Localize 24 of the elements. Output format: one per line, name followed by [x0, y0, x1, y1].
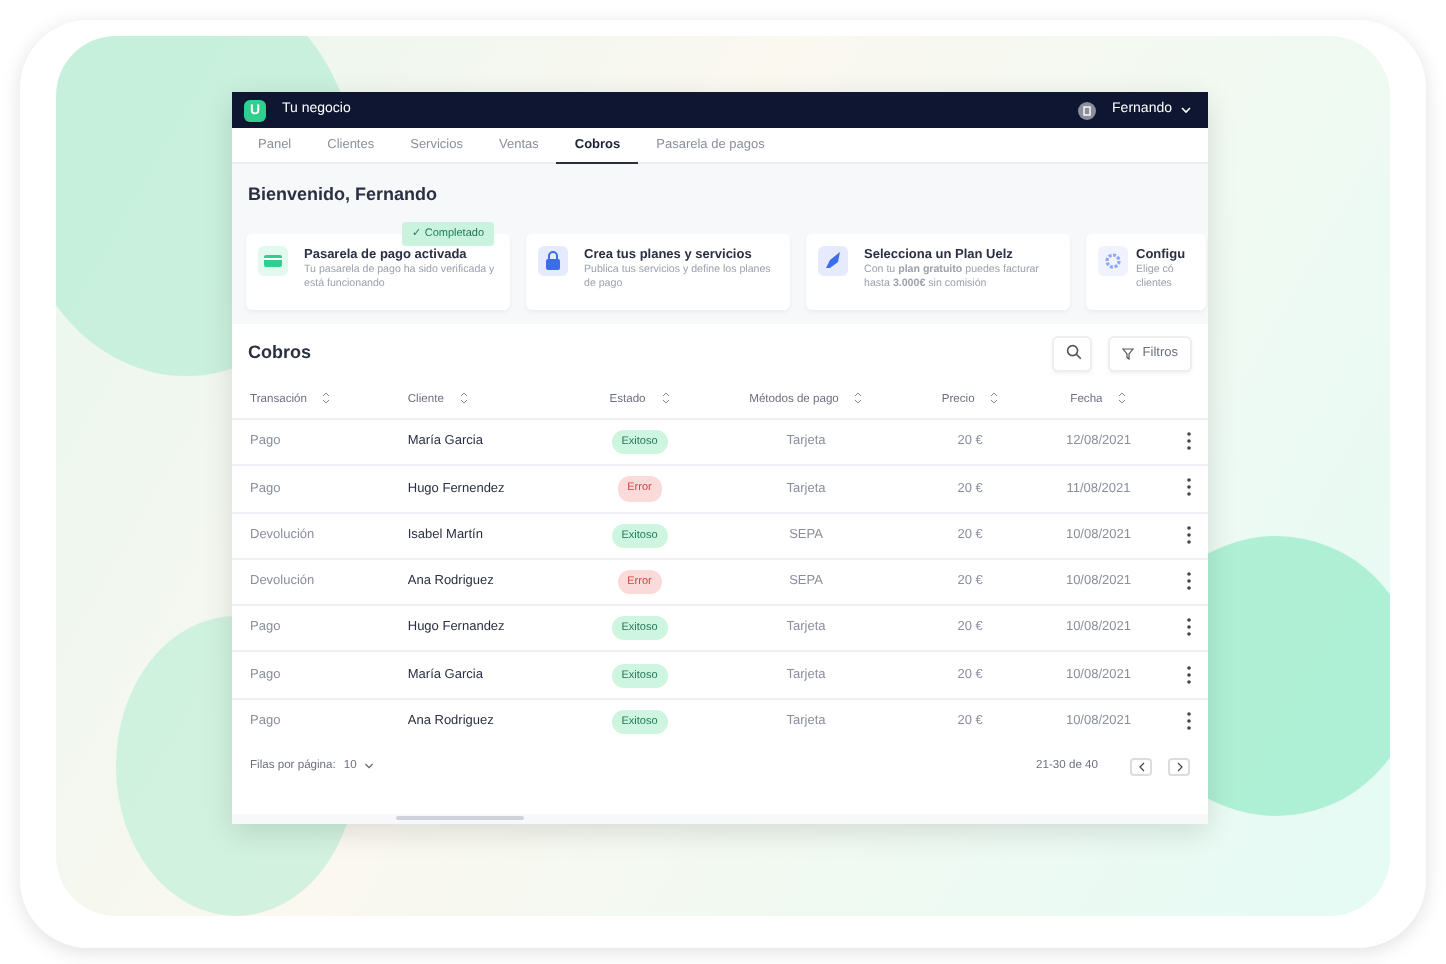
search-button[interactable]	[1052, 335, 1093, 371]
sort-icon[interactable]	[661, 393, 670, 406]
sort-icon[interactable]	[322, 393, 331, 406]
more-icon[interactable]	[1186, 481, 1193, 496]
more-icon[interactable]	[1186, 434, 1193, 449]
filter-icon	[1122, 347, 1135, 359]
more-icon[interactable]	[1186, 714, 1193, 729]
avatar-icon	[1078, 101, 1097, 119]
chevron-right-icon	[1175, 761, 1183, 772]
more-icon[interactable]	[1186, 574, 1193, 589]
more-icon[interactable]	[1186, 667, 1193, 682]
welcome-heading: Bienvenido, Fernando	[248, 182, 438, 208]
chevron-down-icon	[364, 762, 375, 771]
chevron-down-icon[interactable]	[1180, 106, 1192, 114]
sort-icon[interactable]	[459, 393, 468, 406]
sort-icon[interactable]	[1118, 393, 1127, 406]
sort-icon[interactable]	[854, 393, 863, 406]
more-icon[interactable]	[1186, 527, 1193, 542]
scrollbar[interactable]	[396, 816, 524, 820]
search-icon	[1066, 343, 1083, 360]
chevron-left-icon	[1137, 761, 1145, 772]
section-title: Cobros	[248, 339, 313, 366]
more-icon[interactable]	[1186, 621, 1193, 636]
sort-icon[interactable]	[990, 393, 999, 406]
